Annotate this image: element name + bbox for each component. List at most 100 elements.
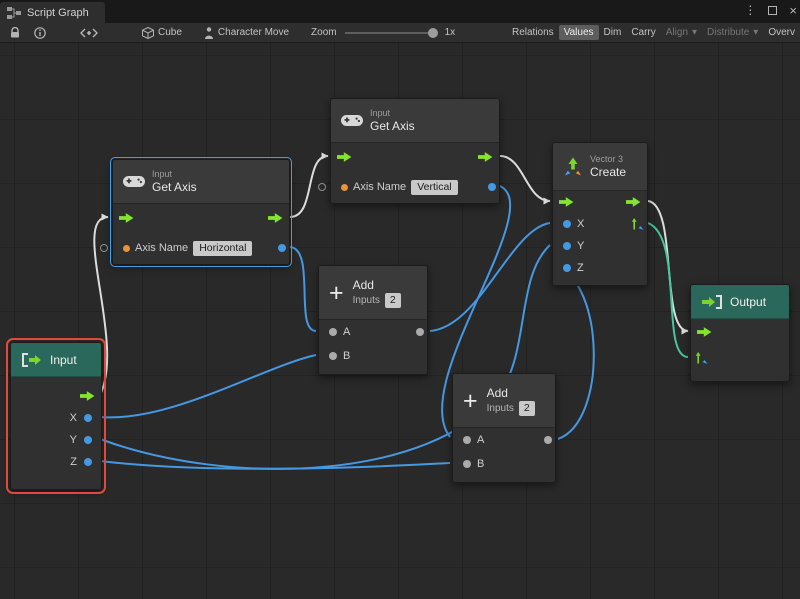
flow-out-port[interactable] [80, 391, 95, 402]
relations-button[interactable]: Relations [507, 25, 559, 40]
node-input[interactable]: Input X Y Z [10, 342, 102, 490]
port-z-label: Z [577, 262, 584, 274]
node-category: Input [152, 169, 197, 180]
input-b-port[interactable] [463, 460, 471, 468]
cube-breadcrumb[interactable]: Cube [142, 27, 182, 39]
dim-button[interactable]: Dim [599, 25, 627, 40]
port-a-label: A [477, 434, 484, 446]
code-breakpoint-icon[interactable] [76, 28, 102, 38]
carry-button[interactable]: Carry [626, 25, 660, 40]
character-icon [204, 27, 214, 39]
inputs-label: Inputs [353, 295, 380, 306]
y-in-port[interactable] [563, 242, 571, 250]
maximize-icon[interactable] [768, 6, 777, 15]
character-move-label: Character Move [218, 27, 289, 38]
flow-in-port[interactable] [119, 213, 134, 224]
port-a-label: A [343, 326, 350, 338]
tab-script-graph[interactable]: Script Graph [0, 2, 105, 23]
flow-in-port[interactable] [559, 197, 574, 208]
data-wire-add2-to-vector3-z[interactable] [556, 267, 594, 439]
string-port-dot [123, 245, 130, 252]
info-icon[interactable] [30, 27, 50, 39]
node-header: Output [691, 285, 789, 319]
close-icon[interactable]: × [789, 4, 797, 17]
x-in-port[interactable] [563, 220, 571, 228]
lock-icon[interactable] [6, 27, 24, 38]
node-title: Input [50, 353, 77, 367]
axis-name-label: Axis Name [135, 242, 188, 254]
input-b-port[interactable] [329, 352, 337, 360]
node-vector3-create[interactable]: Vector 3 Create X Y Z [552, 142, 648, 286]
sum-out-port[interactable] [416, 328, 424, 336]
float-out-port[interactable] [278, 244, 286, 252]
sum-out-port[interactable] [544, 436, 552, 444]
axis-name-port[interactable] [318, 183, 326, 191]
data-wire-input-x-to-add1-b[interactable] [100, 355, 316, 417]
node-header: Input [11, 343, 101, 377]
flow-out-port[interactable] [478, 152, 493, 163]
node-header: Input Get Axis [331, 99, 499, 143]
port-b-label: B [343, 350, 350, 362]
y-out-port[interactable] [84, 436, 92, 444]
port-x-label: X [577, 218, 584, 230]
zoom-control: Zoom 1x [311, 27, 455, 38]
overview-button[interactable]: Overv [763, 25, 800, 40]
axis-name-field[interactable]: Vertical [411, 180, 457, 195]
port-x-label: X [70, 412, 77, 424]
node-add-1[interactable]: + Add Inputs 2 A B [318, 265, 428, 375]
axis-name-port[interactable] [100, 244, 108, 252]
graph-toolbar: Cube Character Move Zoom 1x Relations Va… [0, 23, 800, 43]
window-controls: ⋮ × [744, 3, 797, 17]
gamepad-icon [341, 115, 363, 126]
inputs-label: Inputs [487, 403, 514, 414]
align-dropdown[interactable]: Align ▾ [661, 25, 702, 40]
cube-label: Cube [158, 27, 182, 38]
node-title: Output [730, 295, 766, 309]
zoom-slider-knob[interactable] [428, 28, 438, 38]
port-b-label: B [477, 458, 484, 470]
graph-icon [7, 7, 21, 19]
port-y-label: Y [577, 240, 584, 252]
graph-canvas[interactable]: Input Get Axis Axis Name Horizontal [0, 43, 800, 599]
script-graph-window: Script Graph ⋮ × Cube Character [0, 0, 800, 599]
values-button[interactable]: Values [559, 25, 599, 40]
node-output[interactable]: Output [690, 284, 790, 382]
node-title: Add [353, 278, 401, 292]
plus-icon: + [329, 282, 344, 304]
data-wire-input-z-to-add2-b[interactable] [100, 461, 450, 469]
vector-in-port[interactable] [695, 352, 708, 365]
node-add-2[interactable]: + Add Inputs 2 A B [452, 373, 556, 483]
z-in-port[interactable] [563, 264, 571, 272]
distribute-dropdown[interactable]: Distribute ▾ [702, 25, 763, 40]
node-get-axis-horizontal[interactable]: Input Get Axis Axis Name Horizontal [112, 159, 290, 265]
data-wire-get-axis-h-to-add1-a[interactable] [290, 247, 316, 331]
node-title: Get Axis [370, 119, 415, 133]
zoom-slider[interactable] [345, 32, 437, 34]
port-y-label: Y [70, 434, 77, 446]
kebab-menu-icon[interactable]: ⋮ [744, 3, 756, 17]
vector-out-port[interactable] [631, 218, 644, 231]
vector-wire-vector3-to-output[interactable] [648, 223, 688, 357]
flow-in-port[interactable] [337, 152, 352, 163]
x-out-port[interactable] [84, 414, 92, 422]
z-out-port[interactable] [84, 458, 92, 466]
cube-icon [142, 27, 154, 39]
input-a-port[interactable] [329, 328, 337, 336]
flow-out-port[interactable] [626, 197, 641, 208]
node-get-axis-vertical[interactable]: Input Get Axis Axis Name Vertical [330, 98, 500, 204]
inputs-count-field[interactable]: 2 [519, 401, 535, 416]
axis-name-label: Axis Name [353, 181, 406, 193]
tab-title: Script Graph [27, 7, 89, 19]
node-title: Add [487, 386, 535, 400]
character-move-breadcrumb[interactable]: Character Move [204, 27, 289, 39]
flow-out-port[interactable] [268, 213, 283, 224]
axis-name-field[interactable]: Horizontal [193, 241, 252, 256]
input-icon [21, 353, 43, 367]
input-a-port[interactable] [463, 436, 471, 444]
node-header: + Add Inputs 2 [319, 266, 427, 320]
float-out-port[interactable] [488, 183, 496, 191]
port-z-label: Z [70, 456, 77, 468]
node-header: Input Get Axis [113, 160, 289, 204]
flow-in-port[interactable] [697, 327, 712, 338]
inputs-count-field[interactable]: 2 [385, 293, 401, 308]
